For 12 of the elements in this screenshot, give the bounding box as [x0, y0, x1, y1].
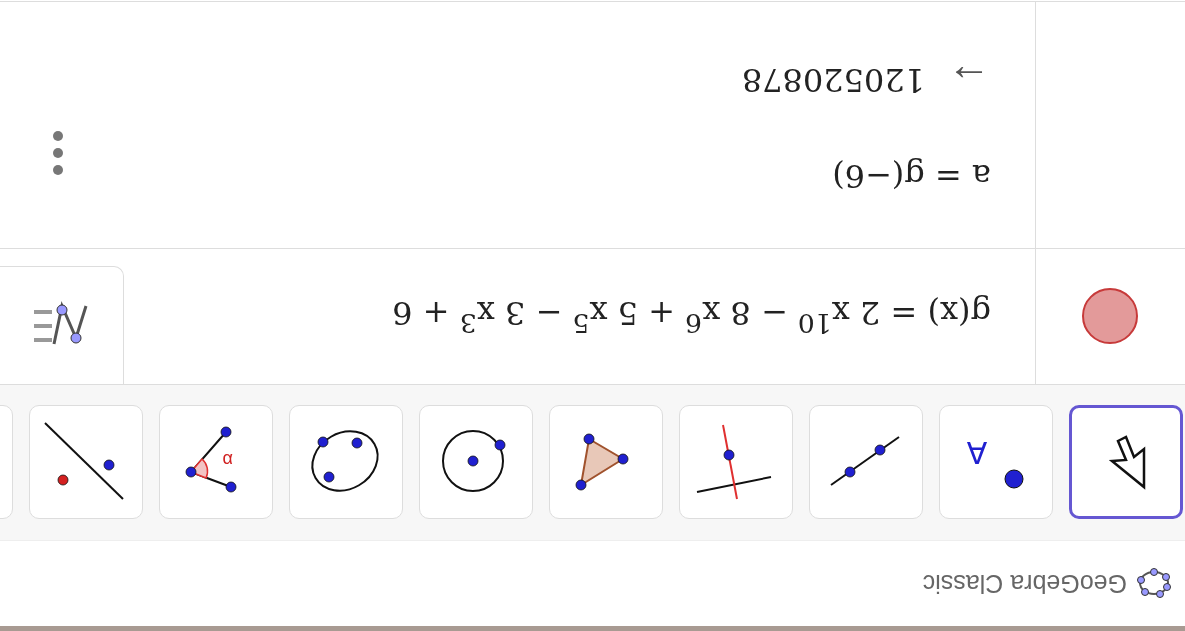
point-label: A [966, 435, 988, 470]
logo-icon [1137, 567, 1171, 600]
number-definition[interactable]: a = g(−6) [832, 157, 991, 195]
point-icon [1003, 468, 1026, 490]
tool-button[interactable] [1069, 405, 1183, 520]
algebra-view-toggle[interactable] [0, 266, 124, 384]
number-result: 120520878 [741, 61, 925, 99]
angle-label: α [222, 448, 233, 470]
tool-button[interactable]: A [939, 405, 1053, 520]
arrow-text: → [947, 55, 991, 105]
app-title: GeoGebra Classic [922, 569, 1127, 598]
tool-button[interactable]: α [159, 405, 273, 520]
